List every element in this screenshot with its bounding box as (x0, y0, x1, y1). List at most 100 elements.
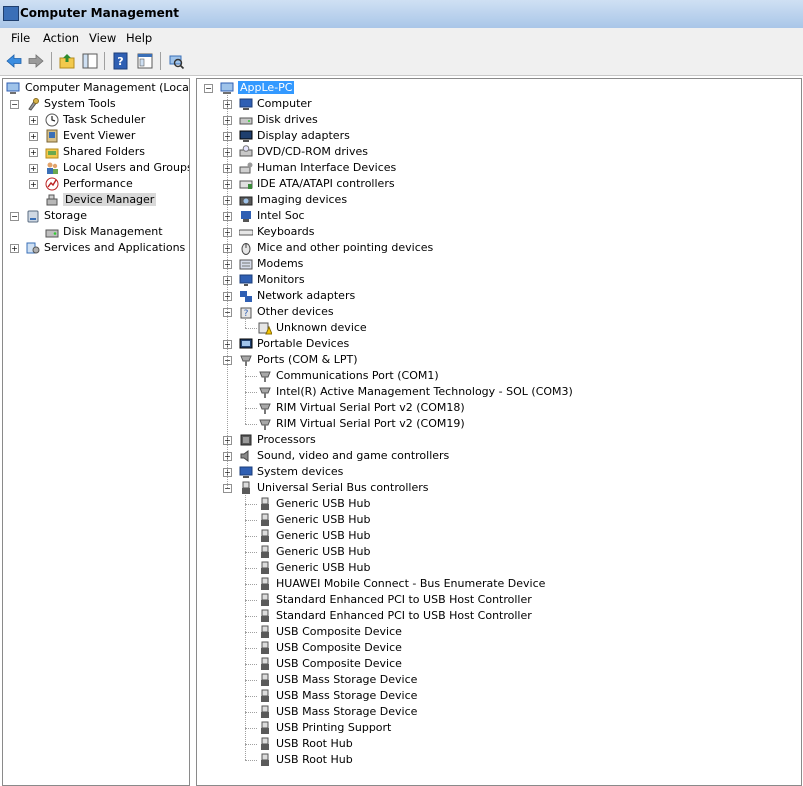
device-item-label[interactable]: USB Root Hub (276, 737, 353, 750)
device-item-label[interactable]: USB Mass Storage Device (276, 673, 417, 686)
device-category-label[interactable]: Ports (COM & LPT) (257, 353, 358, 366)
expand-event-viewer-toggle[interactable]: + (29, 132, 38, 141)
console-tree-label[interactable]: Shared Folders (63, 145, 145, 158)
tree-connector-line (245, 424, 257, 425)
port-icon (259, 371, 271, 382)
disk-drive-icon (239, 117, 253, 125)
back-icon[interactable] (5, 52, 23, 70)
console-tree-label[interactable]: Task Scheduler (63, 113, 145, 126)
show-hide-tree-icon[interactable] (81, 52, 99, 70)
expand-performance-toggle[interactable]: + (29, 180, 38, 189)
tree-connector-line (245, 392, 257, 393)
menu-action[interactable]: Action (43, 31, 79, 45)
device-category-label[interactable]: Sound, video and game controllers (257, 449, 449, 462)
device-category-label[interactable]: DVD/CD-ROM drives (257, 145, 368, 158)
device-item-label[interactable]: RIM Virtual Serial Port v2 (COM18) (276, 401, 465, 414)
device-category-label[interactable]: Network adapters (257, 289, 355, 302)
device-category-label[interactable]: Keyboards (257, 225, 314, 238)
menu-help[interactable]: Help (126, 31, 152, 45)
console-tree-label[interactable]: Event Viewer (63, 129, 135, 142)
expand-local-users-and-groups-toggle[interactable]: + (29, 164, 38, 173)
expand-task-scheduler-toggle[interactable]: + (29, 116, 38, 125)
device-item-label[interactable]: Generic USB Hub (276, 513, 370, 526)
menu-view[interactable]: View (89, 31, 116, 45)
title-bar: Computer Management (0, 0, 803, 29)
device-category-label[interactable]: Universal Serial Bus controllers (257, 481, 428, 494)
tree-connector-line (245, 728, 257, 729)
device-category-label[interactable]: Imaging devices (257, 193, 347, 206)
console-tree-label[interactable]: Storage (44, 209, 87, 222)
scan-hardware-icon[interactable] (167, 52, 185, 70)
up-folder-icon[interactable] (58, 52, 76, 70)
dvd-drive-icon (239, 145, 253, 157)
device-category-label[interactable]: Mice and other pointing devices (257, 241, 433, 254)
collapse-system-tools-toggle[interactable]: − (10, 100, 19, 109)
console-tree-label[interactable]: Performance (63, 177, 133, 190)
console-tree-label[interactable]: Services and Applications (44, 241, 185, 254)
expand-shared-folders-toggle[interactable]: + (29, 148, 38, 157)
console-tree-label[interactable]: Device Manager (63, 193, 157, 206)
menu-file[interactable]: File (11, 31, 30, 45)
device-category-label[interactable]: Portable Devices (257, 337, 349, 350)
device-category-label[interactable]: Other devices (257, 305, 334, 318)
svg-text:?: ? (117, 55, 123, 68)
menu-bar: File Action View Help (0, 28, 803, 48)
tree-connector-line (245, 328, 257, 329)
port-icon (259, 403, 271, 414)
device-item-label[interactable]: Unknown device (276, 321, 367, 334)
device-item-label[interactable]: Generic USB Hub (276, 529, 370, 542)
port-icon (259, 419, 271, 430)
device-item-label[interactable]: USB Mass Storage Device (276, 705, 417, 718)
device-item-label[interactable]: Generic USB Hub (276, 545, 370, 558)
device-item-label[interactable]: HUAWEI Mobile Connect - Bus Enumerate De… (276, 577, 545, 590)
console-tree-icon[interactable] (136, 52, 154, 70)
tree-connector-line (245, 664, 257, 665)
device-item-label[interactable]: USB Composite Device (276, 625, 402, 638)
tree-connector-line (245, 760, 257, 761)
device-item-label[interactable]: USB Mass Storage Device (276, 689, 417, 702)
device-category-label[interactable]: Display adapters (257, 129, 350, 142)
device-tree-root-label[interactable]: AppLe-PC (238, 81, 295, 94)
device-category-label[interactable]: Modems (257, 257, 303, 270)
device-category-label[interactable]: Computer (257, 97, 312, 110)
console-tree-panel[interactable]: Computer Management (Local) − System Tools… (2, 78, 190, 786)
device-item-label[interactable]: RIM Virtual Serial Port v2 (COM19) (276, 417, 465, 430)
display-adapter-icon (239, 130, 253, 142)
device-item-label[interactable]: Generic USB Hub (276, 497, 370, 510)
tree-connector-line (245, 367, 246, 424)
device-category-label[interactable]: System devices (257, 465, 343, 478)
collapse-root-toggle[interactable]: − (204, 84, 213, 93)
help-icon[interactable]: ? (112, 52, 130, 70)
device-item-label[interactable]: Standard Enhanced PCI to USB Host Contro… (276, 609, 532, 622)
console-tree-label[interactable]: Computer Management (Local) (25, 81, 189, 94)
device-item-label[interactable]: USB Composite Device (276, 641, 402, 654)
usb-icon (261, 497, 269, 510)
device-item-label[interactable]: USB Composite Device (276, 657, 402, 670)
forward-icon[interactable] (27, 52, 45, 70)
console-tree-label[interactable]: Local Users and Groups (63, 161, 189, 174)
processor-icon (240, 434, 252, 446)
device-category-label[interactable]: Disk drives (257, 113, 318, 126)
device-item-label[interactable]: Generic USB Hub (276, 561, 370, 574)
device-category-label[interactable]: Intel Soc (257, 209, 305, 222)
device-item-label[interactable]: Intel(R) Active Management Technology - … (276, 385, 573, 398)
tree-connector-line (245, 495, 246, 760)
device-category-label[interactable]: Processors (257, 433, 316, 446)
device-category-label[interactable]: Human Interface Devices (257, 161, 396, 174)
device-category-label[interactable]: Monitors (257, 273, 305, 286)
device-category-label[interactable]: IDE ATA/ATAPI controllers (257, 177, 395, 190)
usb-icon (261, 545, 269, 558)
device-item-label[interactable]: Communications Port (COM1) (276, 369, 439, 382)
expand-services-and-applications-toggle[interactable]: + (10, 244, 19, 253)
tree-connector-line (245, 616, 257, 617)
device-tree-panel[interactable]: − AppLe-PC + Computer + Disk drives + Display a… (196, 78, 802, 786)
console-tree-label[interactable]: System Tools (44, 97, 116, 110)
device-item-label[interactable]: USB Root Hub (276, 753, 353, 766)
usb-icon (261, 609, 269, 622)
services-icon (26, 242, 40, 254)
svg-text:?: ? (244, 309, 249, 319)
device-item-label[interactable]: Standard Enhanced PCI to USB Host Contro… (276, 593, 532, 606)
collapse-storage-toggle[interactable]: − (10, 212, 19, 221)
device-item-label[interactable]: USB Printing Support (276, 721, 391, 734)
console-tree-label[interactable]: Disk Management (63, 225, 163, 238)
